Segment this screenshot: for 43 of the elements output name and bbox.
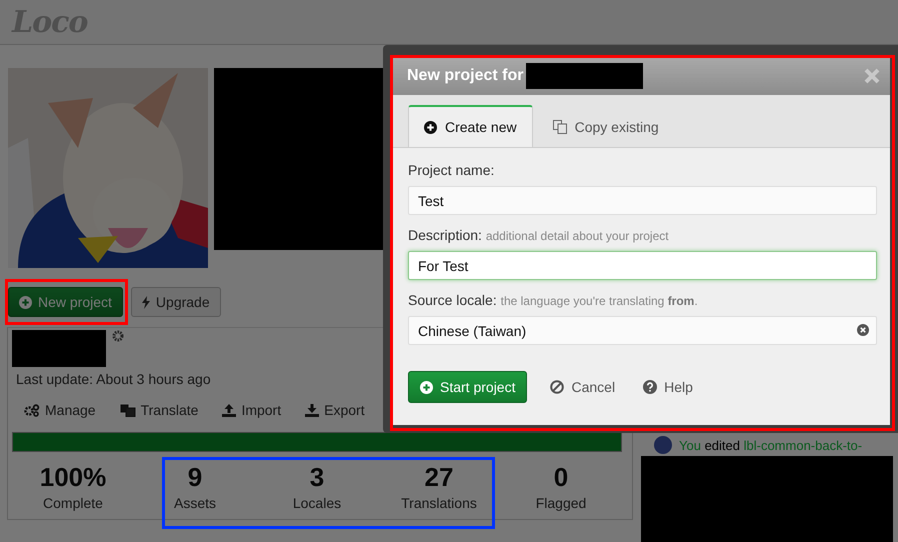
help-button[interactable]: Help: [638, 371, 698, 403]
stat-label: Flagged: [536, 495, 586, 511]
download-icon: [305, 404, 320, 416]
lightning-icon: [142, 296, 150, 308]
new-project-button[interactable]: New project: [8, 287, 123, 317]
input-field[interactable]: For Test: [408, 251, 877, 280]
upload-icon: [222, 404, 236, 416]
gears-icon: [24, 404, 40, 416]
activity-text: You edited lbl-common-back-to-: [679, 438, 862, 452]
dialog-tab[interactable]: Create new: [408, 105, 533, 147]
field-label: Source locale: the language you're translating from.: [408, 292, 699, 308]
dialog-tab[interactable]: Copy existing: [536, 105, 675, 147]
upgrade-button[interactable]: Upgrade: [130, 287, 221, 317]
avatar-icon: [653, 436, 673, 454]
gear-icon[interactable]: [112, 330, 124, 342]
start-project-button[interactable]: Start project: [408, 371, 528, 403]
plus-circle-icon: [420, 380, 433, 394]
translate-icon: [120, 404, 136, 416]
stat-label: Assets: [174, 495, 216, 511]
stat-value: 9: [188, 462, 202, 493]
stat-value: 3: [310, 462, 324, 493]
stat-label: Complete: [43, 495, 103, 511]
plus-circle-icon: [19, 296, 32, 308]
cancel-icon: [550, 380, 564, 394]
field-label: Project name:: [408, 162, 496, 178]
cancel-button[interactable]: Cancel: [545, 371, 620, 403]
plus-circle-icon: [424, 120, 437, 134]
clear-icon[interactable]: [857, 324, 869, 336]
stat-value: 0: [554, 462, 568, 493]
input-field[interactable]: Chinese (Taiwan): [408, 316, 877, 345]
copy-icon: [552, 120, 567, 134]
stat-label: Locales: [292, 495, 342, 511]
toolbar-link[interactable]: Translate: [120, 402, 198, 418]
stat-value: 27: [424, 462, 454, 493]
help-icon: [643, 380, 658, 394]
toolbar-link[interactable]: Export: [305, 402, 365, 418]
input-field[interactable]: Test: [408, 186, 877, 215]
stat-label: Translations: [401, 495, 477, 511]
toolbar-link[interactable]: Import: [222, 402, 282, 418]
stat-value: 100%: [40, 462, 106, 493]
toolbar-link[interactable]: Manage: [24, 402, 96, 418]
dialog-title: New project for: [407, 67, 524, 85]
field-label: Description: additional detail about your project: [408, 227, 670, 243]
